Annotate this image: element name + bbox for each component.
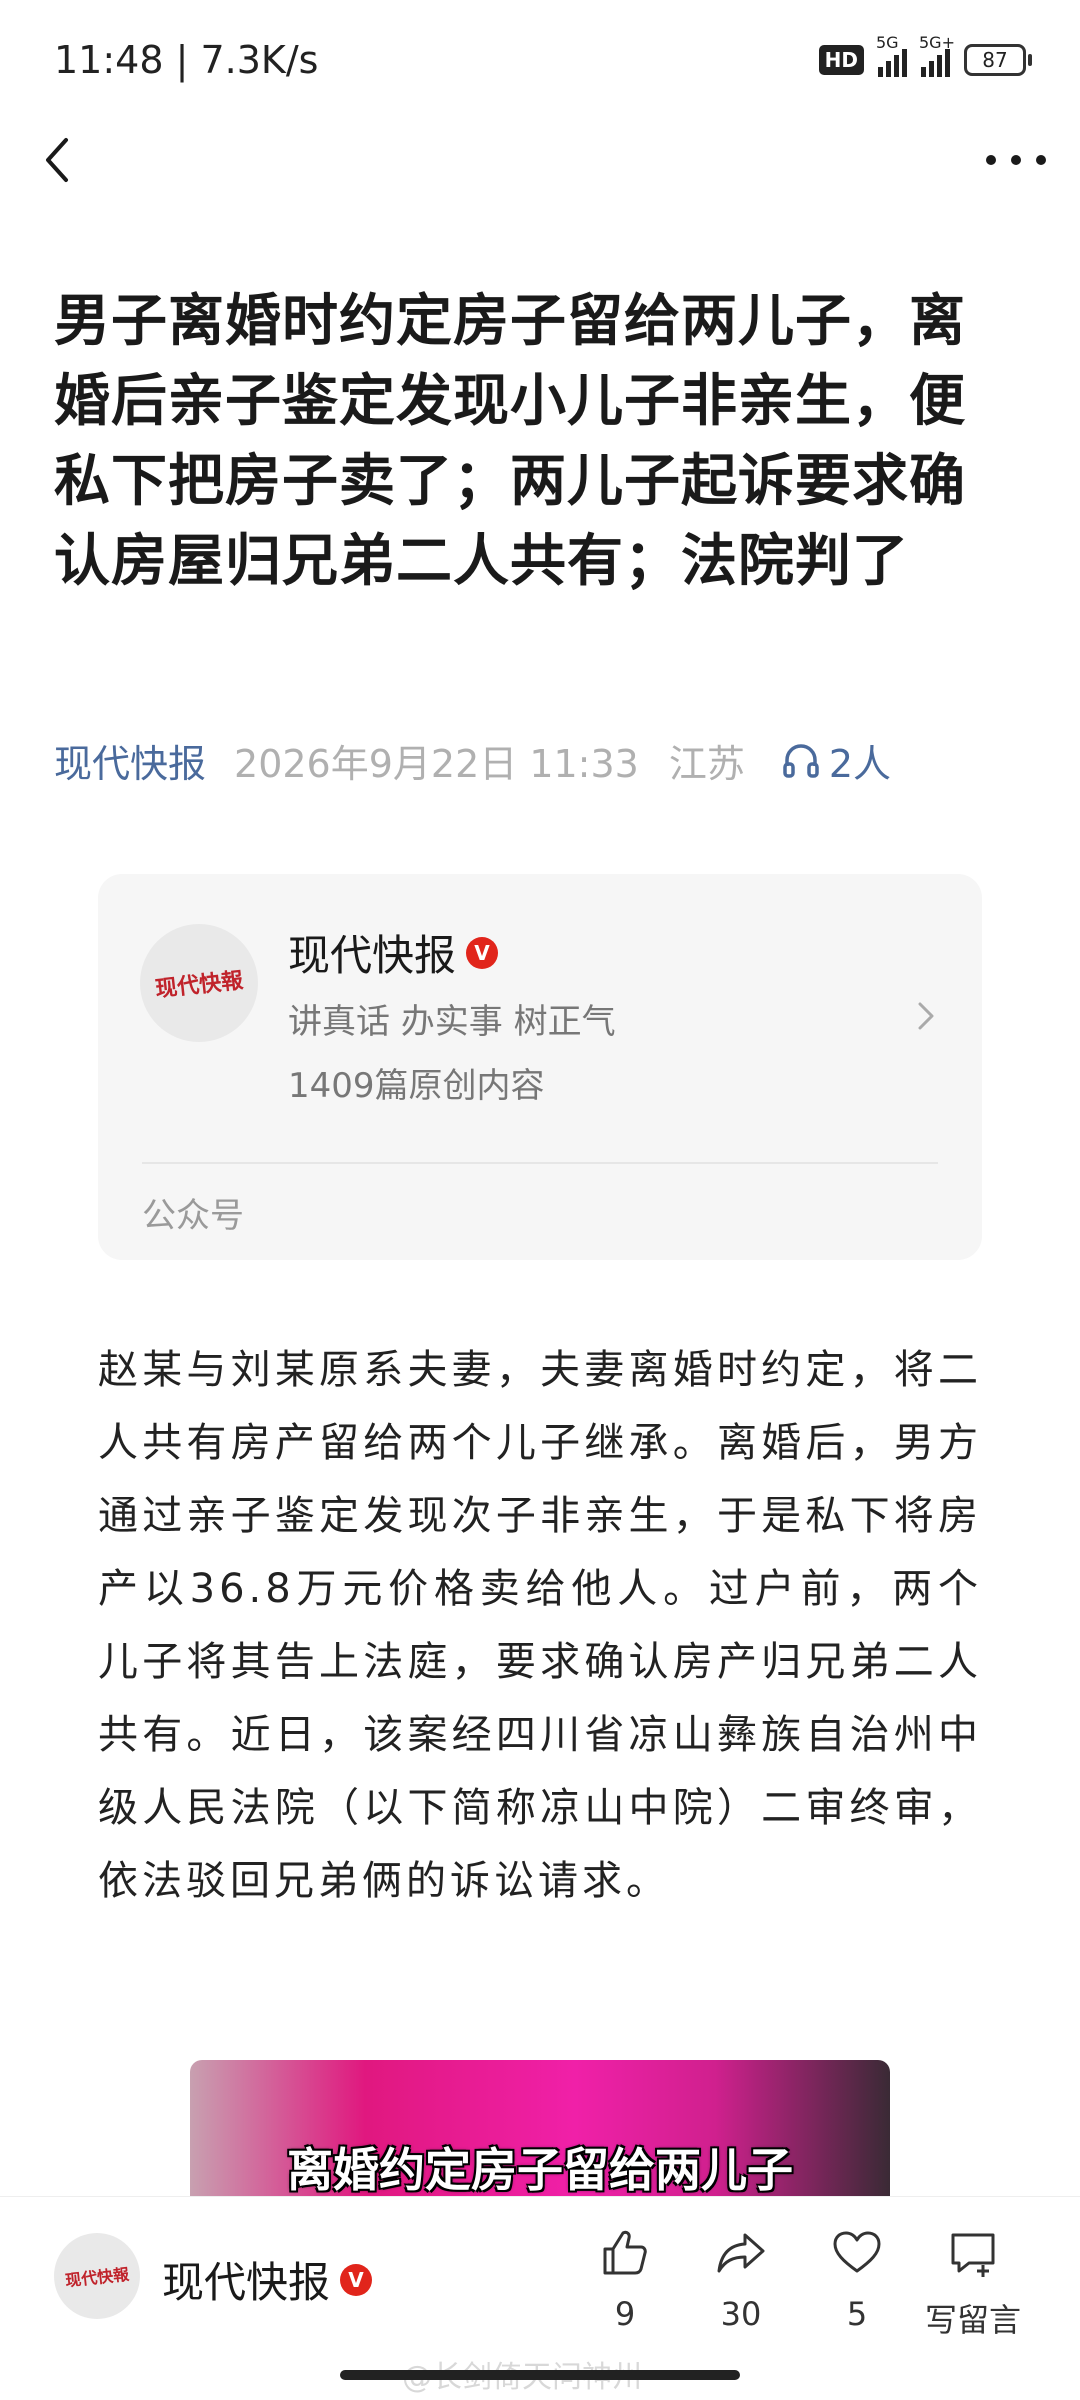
card-divider [142, 1162, 938, 1164]
article-body: 赵某与刘某原系夫妻，夫妻离婚时约定，将二人共有房产留给两个儿子继承。离婚后，男方… [98, 1347, 982, 1904]
listener-count: 2人 [828, 741, 892, 786]
network-type-label: 5G [876, 33, 899, 52]
article-meta: 现代快报 2026年9月22日 11:33 江苏 2人 [54, 730, 1034, 790]
favorite-button[interactable]: 5 [802, 2225, 912, 2333]
share-button[interactable]: 30 [686, 2225, 796, 2333]
battery-icon: 87 [964, 44, 1032, 76]
comment-button[interactable]: 写留言 [918, 2225, 1028, 2341]
verified-icon: V [340, 2263, 373, 2296]
home-indicator[interactable] [340, 2370, 740, 2380]
avatar: 现代快報 [140, 924, 258, 1042]
avatar-logo: 现代快報 [154, 967, 245, 1003]
favorite-count: 5 [846, 2295, 868, 2333]
publish-date: 2026年9月22日 11:33 [234, 741, 639, 786]
status-icons: HD 5G 5G+ 87 [818, 33, 1032, 80]
share-count: 30 [720, 2295, 762, 2333]
verified-icon: V [466, 936, 499, 969]
original-count: 1409篇原创内容 [288, 1066, 545, 1106]
like-button[interactable]: 9 [570, 2225, 680, 2333]
more-dot-icon [986, 155, 996, 165]
account-card[interactable]: 现代快報 现代快报 V 讲真话 办实事 树正气 1409篇原创内容 公众号 [98, 874, 982, 1260]
more-dot-icon [1036, 155, 1046, 165]
article-title: 男子离婚时约定房子留给两儿子，离婚后亲子鉴定发现小儿子非亲生，便私下把房子卖了；… [54, 289, 966, 594]
bottom-action-bar: 现代快報 现代快报 V 9 30 5 写留言 [0, 2196, 1080, 2347]
bottom-avatar[interactable]: 现代快報 [54, 2233, 140, 2319]
account-type-label: 公众号 [142, 1196, 244, 1236]
back-button[interactable] [34, 130, 84, 190]
chevron-left-icon [46, 138, 68, 182]
comment-icon [951, 2233, 995, 2277]
more-dot-icon [1011, 155, 1021, 165]
comment-label: 写留言 [924, 2301, 1021, 2339]
thumbs-up-icon [603, 2230, 647, 2275]
account-name-row: 现代快报 V [288, 922, 499, 983]
avatar-logo: 现代快報 [64, 2264, 130, 2291]
network-type-label-secondary: 5G+ [919, 33, 955, 52]
bottom-account-name-row[interactable]: 现代快报 V [162, 2249, 373, 2310]
bottom-account-name: 现代快报 [162, 2258, 331, 2307]
signal-icon: 5G [876, 33, 907, 77]
like-count: 9 [614, 2295, 636, 2333]
account-slogan: 讲真话 办实事 树正气 [288, 1002, 616, 1042]
headphones-icon [783, 744, 819, 778]
chevron-right-icon [918, 1002, 934, 1030]
heart-icon [833, 2231, 881, 2273]
account-name: 现代快报 [288, 931, 457, 980]
listen-button[interactable]: 2人 [781, 733, 891, 788]
share-icon [717, 2233, 765, 2273]
video-caption: 离婚约定房子留给两儿子 [287, 2143, 793, 2197]
hd-icon: HD [818, 45, 864, 75]
signal-icon-secondary: 5G+ [919, 33, 955, 77]
source-link[interactable]: 现代快报 [54, 733, 206, 788]
status-time: 11:48 | 7.3K/s [54, 38, 319, 82]
status-bar: 11:48 | 7.3K/s HD 5G 5G+ 87 [0, 0, 1080, 120]
more-options-button[interactable] [986, 140, 1046, 180]
publish-region: 江苏 [668, 741, 745, 786]
